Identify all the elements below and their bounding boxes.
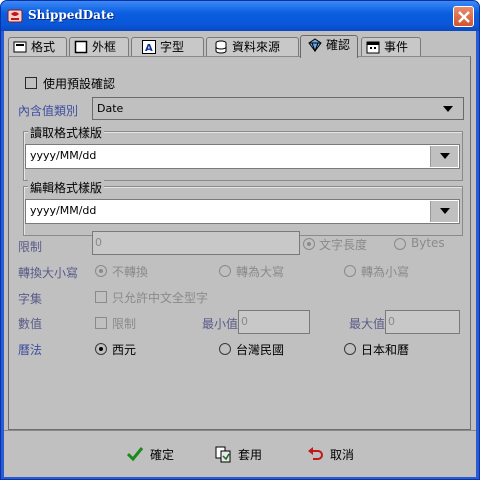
limit-value: 0 bbox=[95, 236, 102, 249]
case-lower-label: 轉為小寫 bbox=[361, 265, 410, 279]
calendar-japan-radio[interactable] bbox=[344, 343, 356, 355]
dialog-client: 格式 外框 A 字型 資料來源 確認 事件 使用預設確認 內含值類別 Date … bbox=[4, 31, 476, 477]
validation-icon bbox=[308, 38, 322, 53]
apply-icon bbox=[214, 445, 232, 463]
max-value-input[interactable]: 0 bbox=[385, 310, 460, 334]
read-format-combo[interactable]: yyyy/MM/dd bbox=[25, 144, 460, 169]
close-icon bbox=[458, 11, 470, 23]
edit-format-legend: 編輯格式樣版 bbox=[28, 179, 105, 196]
max-value: 0 bbox=[388, 315, 395, 328]
cancel-button-label: 取消 bbox=[330, 448, 355, 462]
calendar-western-label: 西元 bbox=[112, 343, 137, 357]
checkmark-icon bbox=[126, 445, 144, 463]
use-default-validation-checkbox[interactable] bbox=[25, 77, 37, 89]
event-icon bbox=[366, 40, 380, 54]
tab-label: 事件 bbox=[384, 40, 409, 54]
limit-text-length-radio[interactable] bbox=[303, 238, 315, 250]
fullwidth-only-checkbox[interactable] bbox=[95, 291, 107, 303]
dialog-window: ShippedDate 格式 外框 A 字型 資料來源 確認 事件 使用預設確認… bbox=[0, 0, 480, 480]
tab-font[interactable]: A 字型 bbox=[131, 37, 204, 57]
apply-button-label: 套用 bbox=[238, 448, 263, 462]
svg-text:A: A bbox=[145, 43, 153, 54]
tab-label: 字型 bbox=[160, 40, 185, 54]
title-bar[interactable]: ShippedDate bbox=[1, 1, 479, 31]
case-upper-radio[interactable] bbox=[219, 265, 231, 277]
window-title: ShippedDate bbox=[28, 8, 115, 22]
numeric-limit-checkbox[interactable] bbox=[95, 317, 107, 329]
database-icon bbox=[214, 40, 228, 54]
tab-validation[interactable]: 確認 bbox=[300, 35, 358, 58]
calendar-western-radio[interactable] bbox=[95, 343, 107, 355]
edit-format-value: yyyy/MM/dd bbox=[30, 204, 97, 217]
case-convert-label: 轉換大小寫 bbox=[18, 266, 79, 280]
limit-bytes-radio[interactable] bbox=[394, 238, 406, 250]
min-value-label: 最小值 bbox=[202, 317, 239, 331]
edit-format-combo[interactable]: yyyy/MM/dd bbox=[25, 199, 460, 224]
tab-label: 確認 bbox=[326, 38, 351, 52]
validation-panel: 使用預設確認 內含值類別 Date 讀取格式樣版 yyyy/MM/dd 編輯格式… bbox=[8, 56, 471, 430]
calendar-label: 曆法 bbox=[18, 343, 43, 357]
max-value-label: 最大值 bbox=[349, 317, 386, 331]
ok-button-label: 確定 bbox=[150, 448, 175, 462]
value-type-label: 內含值類別 bbox=[18, 104, 79, 118]
tab-border[interactable]: 外框 bbox=[69, 37, 129, 57]
ok-button[interactable]: 確定 bbox=[126, 441, 186, 467]
value-type-select[interactable]: Date bbox=[92, 97, 464, 120]
case-none-label: 不轉換 bbox=[112, 265, 149, 279]
case-lower-radio[interactable] bbox=[344, 265, 356, 277]
case-upper-label: 轉為大寫 bbox=[236, 265, 285, 279]
dropdown-button[interactable] bbox=[430, 201, 458, 222]
border-icon bbox=[74, 40, 88, 54]
chevron-down-icon bbox=[440, 208, 450, 214]
undo-icon bbox=[306, 445, 324, 463]
tab-label: 外框 bbox=[92, 40, 117, 54]
app-icon bbox=[7, 8, 23, 24]
min-value: 0 bbox=[241, 315, 248, 328]
fullwidth-only-label: 只允許中文全型字 bbox=[112, 291, 209, 305]
value-type-value: Date bbox=[97, 102, 124, 115]
limit-label: 限制 bbox=[18, 240, 43, 254]
button-bar-separator bbox=[4, 430, 476, 431]
cancel-button[interactable]: 取消 bbox=[306, 441, 366, 467]
chevron-down-icon bbox=[443, 106, 453, 112]
numeric-limit-label: 限制 bbox=[112, 317, 137, 331]
charset-label: 字集 bbox=[18, 292, 43, 306]
tab-label: 格式 bbox=[31, 40, 56, 54]
read-format-legend: 讀取格式樣版 bbox=[28, 124, 105, 141]
calendar-roc-radio[interactable] bbox=[219, 343, 231, 355]
calendar-japan-label: 日本和曆 bbox=[361, 343, 410, 357]
format-icon bbox=[13, 40, 27, 54]
tab-format[interactable]: 格式 bbox=[8, 37, 67, 57]
read-format-value: yyyy/MM/dd bbox=[30, 149, 97, 162]
font-icon: A bbox=[142, 40, 156, 54]
tab-datasource[interactable]: 資料來源 bbox=[206, 37, 299, 57]
tab-event[interactable]: 事件 bbox=[361, 37, 421, 57]
tab-label: 資料來源 bbox=[232, 40, 281, 54]
dropdown-button[interactable] bbox=[430, 146, 458, 167]
close-button[interactable] bbox=[453, 6, 474, 27]
limit-bytes-label: Bytes bbox=[411, 236, 445, 250]
limit-input[interactable]: 0 bbox=[92, 231, 300, 255]
dropdown-button[interactable] bbox=[434, 99, 462, 118]
numeric-label: 數值 bbox=[18, 317, 43, 331]
limit-text-length-label: 文字長度 bbox=[319, 238, 368, 252]
apply-button[interactable]: 套用 bbox=[214, 441, 274, 467]
min-value-input[interactable]: 0 bbox=[238, 310, 310, 334]
use-default-validation-label: 使用預設確認 bbox=[43, 77, 116, 91]
case-none-radio[interactable] bbox=[95, 265, 107, 277]
chevron-down-icon bbox=[440, 153, 450, 159]
calendar-roc-label: 台灣民國 bbox=[236, 343, 285, 357]
